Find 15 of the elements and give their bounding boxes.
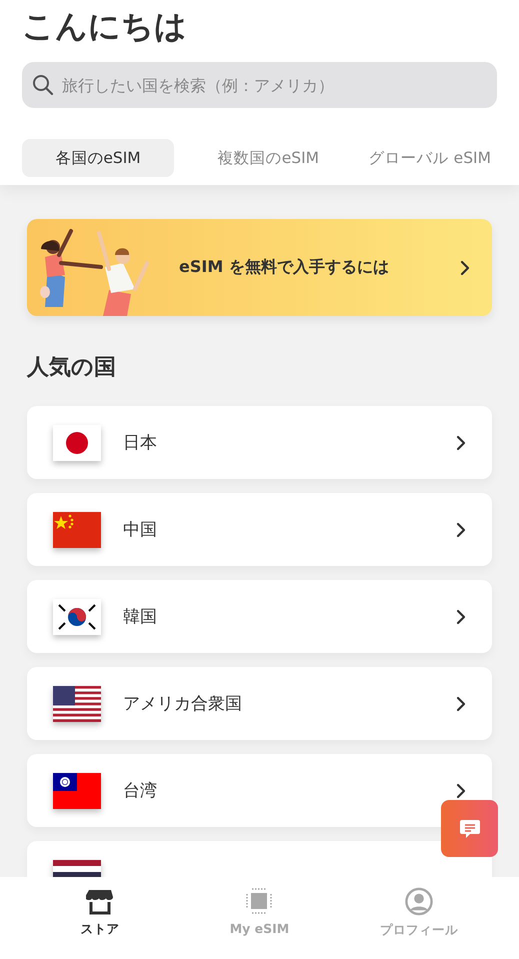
tab[interactable]: 各国のeSIM [22,139,174,177]
nav-tab[interactable]: ストア [44,885,155,941]
promo-text: eSIM を無料で入手するには [179,257,390,278]
country-name: 韓国 [123,606,158,628]
country-name: 日本 [123,432,158,454]
nav-tab[interactable]: My eSIM [204,885,314,941]
country-name: 台湾 [123,780,158,802]
tab[interactable]: 複数国のeSIM [212,139,326,177]
greeting-title: こんにちは [22,6,188,47]
country-name: 中国 [123,519,158,541]
nav-tab[interactable]: プロフィール [364,885,474,941]
tab[interactable]: グローバル eSIM [362,139,497,177]
country-name: アメリカ合衆国 [123,693,243,715]
search-field[interactable]: 旅行したい国を検索（例：アメリカ） [22,62,497,108]
section-title: 人気の国 [27,354,117,382]
